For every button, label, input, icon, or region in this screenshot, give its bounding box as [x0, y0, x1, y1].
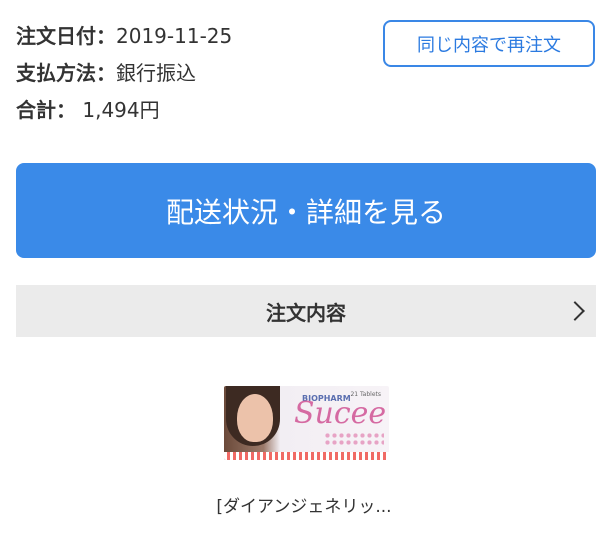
payment-method-value: 銀行振込 — [116, 61, 196, 85]
order-contents-title: 注文内容 — [266, 300, 346, 325]
view-shipping-details-button[interactable]: 配送状況・詳細を見る — [16, 163, 596, 258]
product-pill-strip — [224, 452, 389, 460]
payment-method-label: 支払方法： — [16, 61, 116, 85]
total-label: 合計： — [16, 98, 76, 122]
product-image[interactable]: BIOPHARM 21 Tablets Sucee — [224, 386, 389, 460]
order-date-row: 注文日付：2019-11-25 — [16, 18, 232, 55]
order-date-label: 注文日付： — [16, 24, 116, 48]
total-value: 1,494円 — [76, 98, 160, 122]
product-model-face — [237, 394, 273, 442]
chevron-right-icon — [565, 301, 585, 321]
reorder-button[interactable]: 同じ内容で再注文 — [383, 20, 595, 67]
product-name-link[interactable]: [ダイアンジェネリッ... — [0, 492, 608, 517]
order-contents-section[interactable]: 注文内容 — [16, 285, 596, 337]
product-logo: Sucee — [294, 396, 387, 431]
payment-method-row: 支払方法：銀行振込 — [16, 55, 232, 92]
order-date-value: 2019-11-25 — [116, 24, 233, 48]
product-dot-pattern — [324, 432, 384, 446]
total-row: 合計： 1,494円 — [16, 92, 232, 129]
order-summary: 注文日付：2019-11-25 支払方法：銀行振込 合計： 1,494円 — [16, 18, 232, 129]
